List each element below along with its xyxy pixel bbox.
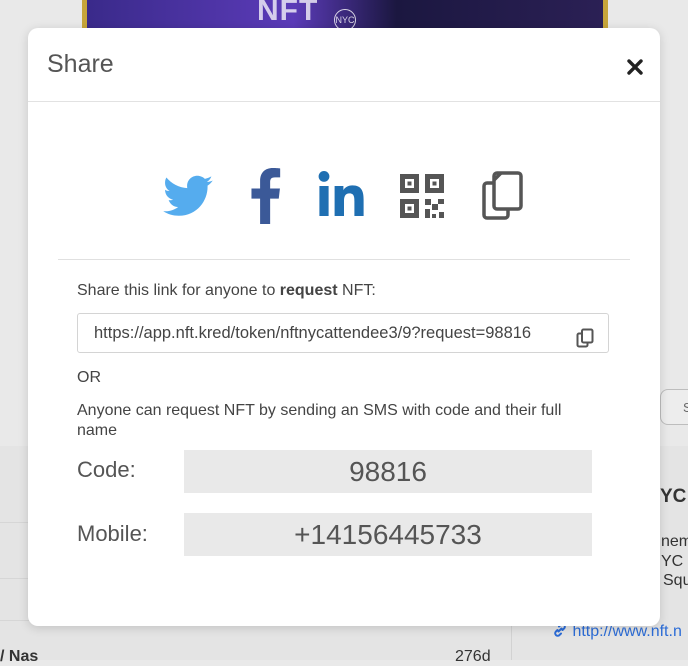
modal-title: Share [47, 50, 114, 78]
share-modal: Share Share this link for anyone to requ… [28, 28, 660, 626]
code-value: 98816 [184, 450, 592, 493]
background-heading: YC [660, 486, 687, 507]
share-link-field[interactable]: https://app.nft.kred/token/nftnycattende… [77, 313, 609, 353]
copy-link-inline-button[interactable] [576, 324, 594, 348]
facebook-share-button[interactable] [247, 168, 283, 224]
or-text: OR [77, 369, 101, 386]
close-button[interactable] [624, 56, 646, 78]
twitter-share-button[interactable] [161, 168, 215, 224]
link-intro-bold: request [279, 282, 338, 299]
modal-header: Share [28, 28, 660, 102]
mobile-value: +14156445733 [184, 513, 592, 556]
code-label: Code: [77, 457, 136, 482]
linkedin-share-button[interactable] [317, 168, 365, 224]
background-text: nem [661, 533, 688, 550]
background-row-text: / Nas [0, 648, 39, 665]
sms-instructions: Anyone can request NFT by sending an SMS… [77, 402, 562, 439]
copy-icon [576, 328, 594, 348]
link-intro-text: Share this link for anyone to request NF… [77, 282, 376, 300]
copy-link-button[interactable] [480, 168, 526, 224]
link-intro-prefix: Share this link for anyone to [77, 282, 280, 299]
copy-icon [482, 171, 523, 220]
share-icons-row [28, 168, 660, 224]
background-text: YC e [661, 553, 688, 570]
background-text: Squ [663, 572, 688, 589]
twitter-icon [163, 175, 213, 216]
background-row-meta: 276d [455, 648, 491, 665]
close-icon [627, 59, 643, 75]
share-link-value: https://app.nft.kred/token/nftnycattende… [94, 324, 532, 342]
banner-text: NFT [257, 0, 319, 27]
qr-code-icon [400, 174, 444, 218]
qr-code-button[interactable] [399, 168, 445, 224]
section-divider [58, 259, 630, 260]
link-intro-suffix: NFT: [337, 282, 376, 299]
mobile-label: Mobile: [77, 521, 148, 546]
linkedin-icon [318, 171, 364, 216]
facebook-icon [251, 168, 281, 224]
background-button[interactable]: S [660, 389, 688, 425]
